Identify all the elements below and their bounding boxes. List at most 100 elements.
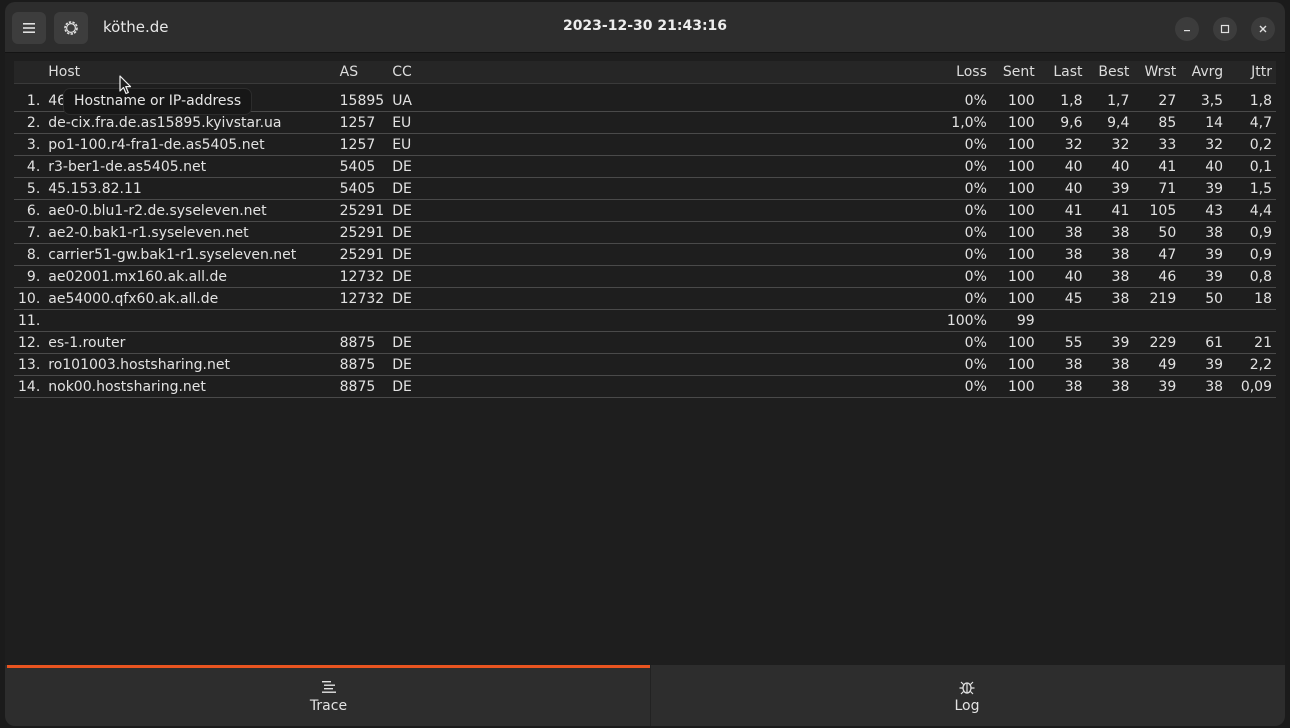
hop-wrst: 46 (1133, 265, 1181, 288)
hop-best (1086, 309, 1134, 332)
trace-timestamp: 2023-12-30 21:43:16 (562, 18, 728, 34)
col-header-sent[interactable]: Sent (990, 61, 1039, 84)
table-row[interactable]: 12. es-1.router 8875 DE 0% 100 55 39 229 61 21 (14, 331, 1276, 354)
hop-loss: 0% (437, 331, 991, 354)
hop-number: 14. (14, 375, 45, 398)
hop-best: 41 (1086, 199, 1134, 222)
hop-cc: DE (388, 199, 438, 222)
col-header-last[interactable]: Last (1038, 61, 1087, 84)
hop-best: 39 (1086, 177, 1134, 200)
table-row[interactable]: 3. po1-100.r4-fra1-de.as5405.net 1257 EU 0% 1… (14, 133, 1276, 156)
hop-wrst: 50 (1133, 221, 1181, 244)
main-menu-button[interactable] (12, 12, 46, 44)
maximize-button[interactable] (1213, 17, 1237, 41)
table-row[interactable]: 8. carrier51-gw.bak1-r1.syseleven.net 2529… (14, 243, 1276, 266)
table-header-row: Host AS CC Loss Sent Last Best Wrst Avrg… (14, 61, 1276, 84)
hop-jttr (1227, 309, 1276, 332)
table-row[interactable]: 10. ae54000.qfx60.ak.all.de 12732 DE 0% 100 45… (14, 287, 1276, 310)
table-row[interactable]: 9. ae02001.mx160.ak.all.de 12732 DE 0% 100 40 3… (14, 265, 1276, 288)
hop-last: 38 (1038, 375, 1087, 398)
hop-cc: DE (388, 287, 438, 310)
hop-sent: 100 (990, 265, 1039, 288)
trace-view: Host AS CC Loss Sent Last Best Wrst Avrg… (5, 53, 1285, 665)
table-row[interactable]: 11. 100% 99 (14, 309, 1276, 332)
hop-sent: 100 (990, 199, 1039, 222)
hop-sent: 100 (990, 221, 1039, 244)
hop-host: es-1.router (44, 331, 336, 354)
tab-log[interactable]: Log (651, 665, 1283, 726)
hop-as: 5405 (335, 155, 389, 178)
target-host-title: köthe.de (103, 18, 169, 36)
close-button[interactable] (1251, 17, 1275, 41)
hop-as: 1257 (335, 111, 389, 134)
table-row[interactable]: 7. ae2-0.bak1-r1.syseleven.net 25291 DE 0% 10… (14, 221, 1276, 244)
hop-last (1038, 309, 1087, 332)
hop-avrg: 50 (1180, 287, 1228, 310)
col-header-host[interactable]: Host (44, 61, 336, 84)
hop-jttr: 2,2 (1227, 353, 1276, 376)
hop-sent: 100 (990, 177, 1039, 200)
table-row[interactable]: 4. r3-ber1-de.as5405.net 5405 DE 0% 100 40 40 41… (14, 155, 1276, 178)
hop-cc: DE (388, 177, 438, 200)
hop-wrst: 39 (1133, 375, 1181, 398)
hop-loss: 0% (437, 155, 991, 178)
hop-number: 1. (14, 90, 45, 112)
col-header-as[interactable]: AS (335, 61, 389, 84)
hop-last: 38 (1038, 353, 1087, 376)
table-row[interactable]: 13. ro101003.hostsharing.net 8875 DE 0% 100 38… (14, 353, 1276, 376)
col-header-cc[interactable]: CC (388, 61, 438, 84)
hop-host: ro101003.hostsharing.net (44, 353, 336, 376)
table-row[interactable]: 6. ae0-0.blu1-r2.de.syseleven.net 25291 DE 0… (14, 199, 1276, 222)
hop-best: 38 (1086, 243, 1134, 266)
hop-number: 10. (14, 287, 45, 310)
hop-avrg: 43 (1180, 199, 1228, 222)
hop-last: 40 (1038, 265, 1087, 288)
hop-host: ae0-0.blu1-r2.de.syseleven.net (44, 199, 336, 222)
minimize-button[interactable] (1175, 17, 1199, 41)
tab-trace[interactable]: Trace (7, 665, 650, 726)
hop-loss: 1,0% (437, 111, 991, 134)
col-header-loss[interactable]: Loss (437, 61, 991, 84)
col-header-jttr[interactable]: Jttr (1227, 61, 1276, 84)
hop-cc: DE (388, 265, 438, 288)
hop-number: 4. (14, 155, 45, 178)
hop-number: 9. (14, 265, 45, 288)
hop-cc: DE (388, 243, 438, 266)
hop-jttr: 1,8 (1227, 90, 1276, 112)
hop-as: 25291 (335, 221, 389, 244)
hop-last: 40 (1038, 177, 1087, 200)
col-header-number (14, 61, 45, 84)
hop-wrst: 41 (1133, 155, 1181, 178)
hop-wrst: 219 (1133, 287, 1181, 310)
hop-jttr: 0,09 (1227, 375, 1276, 398)
hop-avrg (1180, 309, 1228, 332)
hop-wrst: 229 (1133, 331, 1181, 354)
hop-as: 12732 (335, 287, 389, 310)
col-header-avrg[interactable]: Avrg (1180, 61, 1228, 84)
view-switcher: Trace Log (5, 665, 1285, 726)
col-header-best[interactable]: Best (1086, 61, 1134, 84)
table-row[interactable]: 5. 45.153.82.11 5405 DE 0% 100 40 39 71 39 1,5 (14, 177, 1276, 200)
hop-avrg: 40 (1180, 155, 1228, 178)
hop-best: 39 (1086, 331, 1134, 354)
settings-button[interactable] (54, 12, 88, 44)
col-header-wrst[interactable]: Wrst (1133, 61, 1181, 84)
hop-jttr: 18 (1227, 287, 1276, 310)
hop-host: r3-ber1-de.as5405.net (44, 155, 336, 178)
hop-cc: DE (388, 353, 438, 376)
hop-as: 1257 (335, 133, 389, 156)
hop-last: 40 (1038, 155, 1087, 178)
hop-as: 15895 (335, 90, 389, 112)
hop-loss: 0% (437, 90, 991, 112)
tab-log-label: Log (954, 697, 980, 714)
hop-jttr: 4,7 (1227, 111, 1276, 134)
hop-as: 25291 (335, 199, 389, 222)
hop-avrg: 38 (1180, 375, 1228, 398)
hop-cc: EU (388, 133, 438, 156)
table-row[interactable]: 14. nok00.hostsharing.net 8875 DE 0% 100 38 38 3… (14, 375, 1276, 398)
host-column-tooltip: Hostname or IP-address (63, 88, 253, 115)
hop-sent: 100 (990, 331, 1039, 354)
hop-host (44, 309, 336, 332)
hop-host: carrier51-gw.bak1-r1.syseleven.net (44, 243, 336, 266)
hop-wrst: 71 (1133, 177, 1181, 200)
